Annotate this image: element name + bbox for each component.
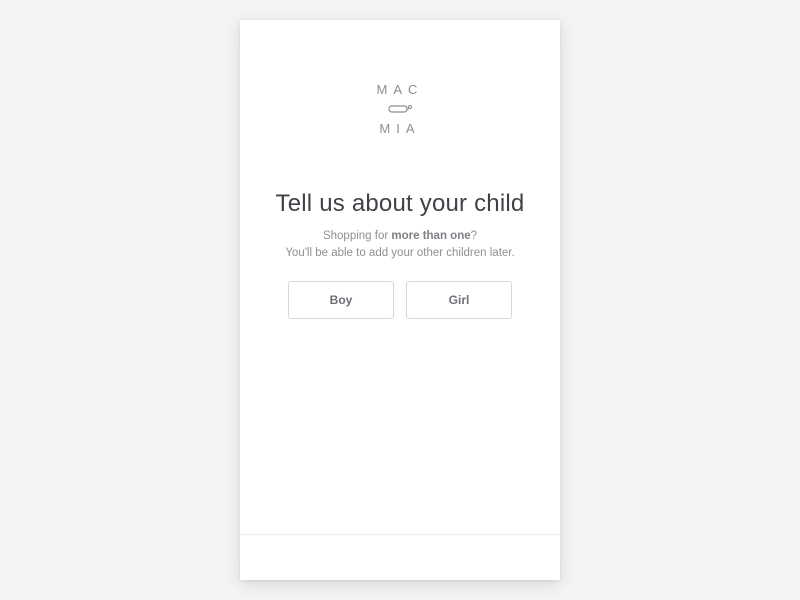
page-heading: Tell us about your child: [276, 190, 525, 218]
bottom-bar: [240, 534, 560, 580]
boy-button[interactable]: Boy: [288, 281, 394, 319]
subtext-suffix: ?: [471, 230, 477, 242]
subtext: Shopping for more than one? You'll be ab…: [285, 228, 514, 263]
brand-logo: MAC MIA: [377, 82, 424, 136]
gender-options: Boy Girl: [288, 281, 512, 319]
subtext-emphasis: more than one: [391, 230, 470, 242]
logo-text-bottom: MIA: [379, 121, 420, 137]
main-content: MAC MIA Tell us about your child Shoppin…: [240, 20, 560, 534]
subtext-line2: You'll be able to add your other childre…: [285, 247, 514, 259]
logo-text-top: MAC: [377, 82, 424, 98]
girl-button[interactable]: Girl: [406, 281, 512, 319]
app-screen: MAC MIA Tell us about your child Shoppin…: [240, 20, 560, 580]
subtext-prefix: Shopping for: [323, 230, 391, 242]
logo-ampersand-icon: [386, 102, 414, 117]
